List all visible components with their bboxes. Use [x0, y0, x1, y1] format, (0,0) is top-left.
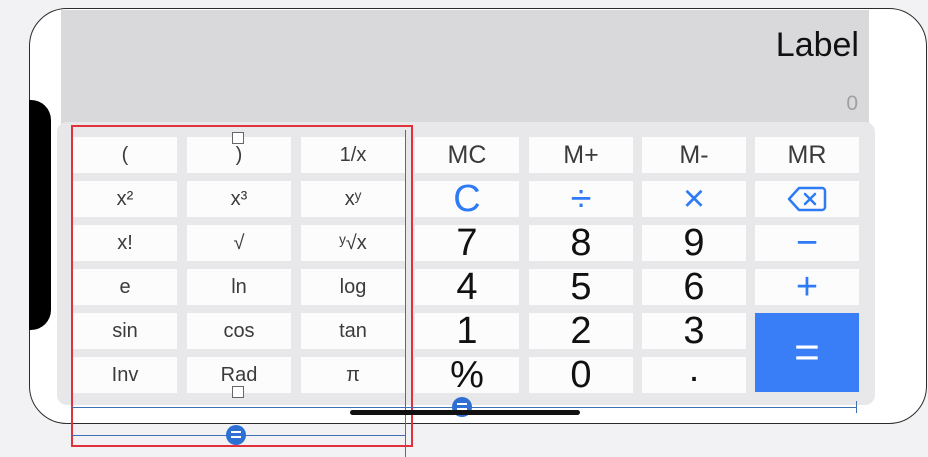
digit-4-key[interactable]: 4	[415, 266, 519, 308]
mr-key[interactable]: MR	[755, 137, 859, 173]
digit-2-key[interactable]: 2	[529, 310, 633, 352]
mc-key[interactable]: MC	[415, 137, 519, 173]
guide-cap-right	[856, 401, 857, 413]
digit-8-key[interactable]: 8	[529, 222, 633, 264]
equals-key[interactable]: =	[755, 313, 859, 392]
display-panel	[61, 10, 869, 130]
selection-handle-top[interactable]	[232, 132, 244, 144]
percent-key[interactable]: %	[415, 354, 519, 396]
multiply-key[interactable]: ×	[642, 178, 746, 220]
digit-7-key[interactable]: 7	[415, 222, 519, 264]
digit-9-key[interactable]: 9	[642, 222, 746, 264]
clear-key[interactable]: C	[415, 178, 519, 220]
backspace-icon	[787, 186, 827, 212]
decimal-key[interactable]: .	[642, 348, 746, 393]
digit-6-key[interactable]: 6	[642, 266, 746, 308]
selection-rectangle[interactable]	[71, 125, 413, 447]
display-value: 0	[846, 92, 858, 115]
home-indicator	[350, 410, 580, 415]
side-panel	[29, 100, 51, 330]
digit-0-key[interactable]: 0	[529, 354, 633, 396]
plus-key[interactable]: +	[755, 266, 859, 308]
digit-3-key[interactable]: 3	[642, 310, 746, 352]
digit-5-key[interactable]: 5	[529, 266, 633, 308]
selection-handle-bottom[interactable]	[232, 386, 244, 398]
guide-cap-left	[71, 401, 72, 413]
guide-cap-lower-right	[405, 429, 406, 441]
m-minus-key[interactable]: M-	[642, 137, 746, 173]
display-label: Label	[775, 26, 859, 64]
digit-1-key[interactable]: 1	[415, 310, 519, 352]
minus-key[interactable]: −	[755, 222, 859, 264]
backspace-key[interactable]	[755, 181, 859, 217]
guide-line-vertical	[405, 130, 406, 457]
m-plus-key[interactable]: M+	[529, 137, 633, 173]
constraint-handle-lower[interactable]	[226, 425, 246, 445]
divide-key[interactable]: ÷	[529, 178, 633, 220]
